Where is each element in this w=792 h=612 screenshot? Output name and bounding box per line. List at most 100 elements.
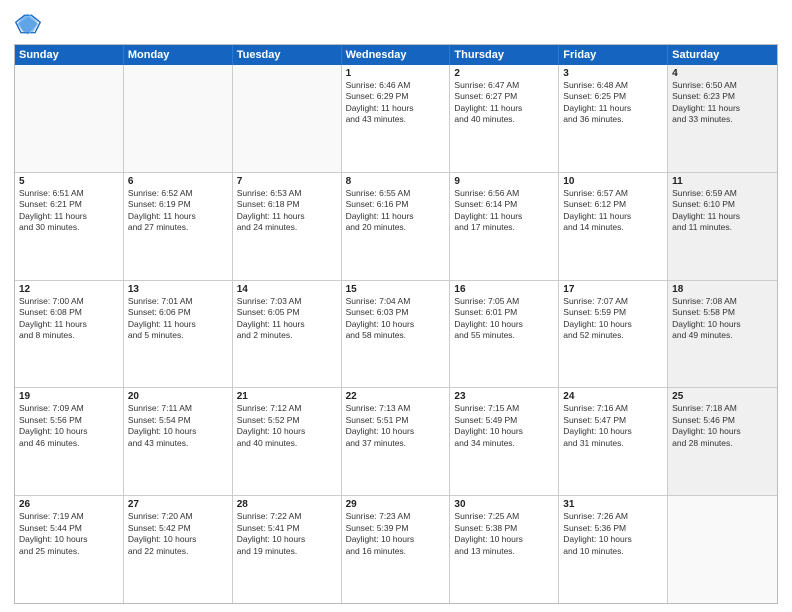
day-info: Sunrise: 7:26 AM Sunset: 5:36 PM Dayligh…: [563, 511, 663, 557]
day-info: Sunrise: 6:59 AM Sunset: 6:10 PM Dayligh…: [672, 188, 773, 234]
day-number: 26: [19, 499, 119, 510]
day-info: Sunrise: 7:22 AM Sunset: 5:41 PM Dayligh…: [237, 511, 337, 557]
day-number: 18: [672, 284, 773, 295]
day-info: Sunrise: 6:56 AM Sunset: 6:14 PM Dayligh…: [454, 188, 554, 234]
day-info: Sunrise: 7:11 AM Sunset: 5:54 PM Dayligh…: [128, 403, 228, 449]
week-row: 12Sunrise: 7:00 AM Sunset: 6:08 PM Dayli…: [15, 280, 777, 388]
day-number: 10: [563, 176, 663, 187]
day-number: 30: [454, 499, 554, 510]
logo: [14, 10, 46, 38]
day-cell: 14Sunrise: 7:03 AM Sunset: 6:05 PM Dayli…: [233, 281, 342, 388]
day-headers: SundayMondayTuesdayWednesdayThursdayFrid…: [15, 45, 777, 65]
day-info: Sunrise: 7:13 AM Sunset: 5:51 PM Dayligh…: [346, 403, 446, 449]
day-header: Sunday: [15, 45, 124, 65]
day-cell: 6Sunrise: 6:52 AM Sunset: 6:19 PM Daylig…: [124, 173, 233, 280]
week-row: 26Sunrise: 7:19 AM Sunset: 5:44 PM Dayli…: [15, 495, 777, 603]
day-info: Sunrise: 7:25 AM Sunset: 5:38 PM Dayligh…: [454, 511, 554, 557]
week-row: 1Sunrise: 6:46 AM Sunset: 6:29 PM Daylig…: [15, 65, 777, 172]
day-number: 9: [454, 176, 554, 187]
day-info: Sunrise: 7:12 AM Sunset: 5:52 PM Dayligh…: [237, 403, 337, 449]
day-number: 29: [346, 499, 446, 510]
day-cell: 21Sunrise: 7:12 AM Sunset: 5:52 PM Dayli…: [233, 388, 342, 495]
day-header: Friday: [559, 45, 668, 65]
day-cell: 15Sunrise: 7:04 AM Sunset: 6:03 PM Dayli…: [342, 281, 451, 388]
day-number: 13: [128, 284, 228, 295]
day-cell: 4Sunrise: 6:50 AM Sunset: 6:23 PM Daylig…: [668, 65, 777, 172]
day-cell: 16Sunrise: 7:05 AM Sunset: 6:01 PM Dayli…: [450, 281, 559, 388]
day-info: Sunrise: 7:08 AM Sunset: 5:58 PM Dayligh…: [672, 296, 773, 342]
day-header: Monday: [124, 45, 233, 65]
day-cell: 27Sunrise: 7:20 AM Sunset: 5:42 PM Dayli…: [124, 496, 233, 603]
day-cell: [15, 65, 124, 172]
day-number: 1: [346, 68, 446, 79]
day-number: 6: [128, 176, 228, 187]
day-info: Sunrise: 7:07 AM Sunset: 5:59 PM Dayligh…: [563, 296, 663, 342]
day-cell: 19Sunrise: 7:09 AM Sunset: 5:56 PM Dayli…: [15, 388, 124, 495]
day-cell: 9Sunrise: 6:56 AM Sunset: 6:14 PM Daylig…: [450, 173, 559, 280]
day-number: 5: [19, 176, 119, 187]
day-info: Sunrise: 7:23 AM Sunset: 5:39 PM Dayligh…: [346, 511, 446, 557]
day-info: Sunrise: 6:52 AM Sunset: 6:19 PM Dayligh…: [128, 188, 228, 234]
week-row: 5Sunrise: 6:51 AM Sunset: 6:21 PM Daylig…: [15, 172, 777, 280]
day-cell: 8Sunrise: 6:55 AM Sunset: 6:16 PM Daylig…: [342, 173, 451, 280]
day-cell: 25Sunrise: 7:18 AM Sunset: 5:46 PM Dayli…: [668, 388, 777, 495]
day-info: Sunrise: 7:03 AM Sunset: 6:05 PM Dayligh…: [237, 296, 337, 342]
day-number: 20: [128, 391, 228, 402]
day-number: 27: [128, 499, 228, 510]
day-info: Sunrise: 7:00 AM Sunset: 6:08 PM Dayligh…: [19, 296, 119, 342]
day-number: 24: [563, 391, 663, 402]
day-info: Sunrise: 7:04 AM Sunset: 6:03 PM Dayligh…: [346, 296, 446, 342]
day-info: Sunrise: 7:16 AM Sunset: 5:47 PM Dayligh…: [563, 403, 663, 449]
day-number: 11: [672, 176, 773, 187]
day-number: 17: [563, 284, 663, 295]
day-number: 4: [672, 68, 773, 79]
day-info: Sunrise: 6:48 AM Sunset: 6:25 PM Dayligh…: [563, 80, 663, 126]
day-number: 23: [454, 391, 554, 402]
day-number: 8: [346, 176, 446, 187]
day-cell: [668, 496, 777, 603]
day-cell: 20Sunrise: 7:11 AM Sunset: 5:54 PM Dayli…: [124, 388, 233, 495]
day-cell: 28Sunrise: 7:22 AM Sunset: 5:41 PM Dayli…: [233, 496, 342, 603]
day-info: Sunrise: 6:55 AM Sunset: 6:16 PM Dayligh…: [346, 188, 446, 234]
day-cell: 1Sunrise: 6:46 AM Sunset: 6:29 PM Daylig…: [342, 65, 451, 172]
page: SundayMondayTuesdayWednesdayThursdayFrid…: [0, 0, 792, 612]
day-number: 21: [237, 391, 337, 402]
day-number: 16: [454, 284, 554, 295]
day-number: 28: [237, 499, 337, 510]
day-number: 14: [237, 284, 337, 295]
day-cell: 10Sunrise: 6:57 AM Sunset: 6:12 PM Dayli…: [559, 173, 668, 280]
day-cell: 12Sunrise: 7:00 AM Sunset: 6:08 PM Dayli…: [15, 281, 124, 388]
day-info: Sunrise: 7:18 AM Sunset: 5:46 PM Dayligh…: [672, 403, 773, 449]
day-cell: 31Sunrise: 7:26 AM Sunset: 5:36 PM Dayli…: [559, 496, 668, 603]
day-cell: 17Sunrise: 7:07 AM Sunset: 5:59 PM Dayli…: [559, 281, 668, 388]
day-info: Sunrise: 7:19 AM Sunset: 5:44 PM Dayligh…: [19, 511, 119, 557]
header: [14, 10, 778, 38]
day-info: Sunrise: 7:09 AM Sunset: 5:56 PM Dayligh…: [19, 403, 119, 449]
logo-icon: [14, 10, 42, 38]
day-cell: 13Sunrise: 7:01 AM Sunset: 6:06 PM Dayli…: [124, 281, 233, 388]
day-header: Tuesday: [233, 45, 342, 65]
day-cell: 22Sunrise: 7:13 AM Sunset: 5:51 PM Dayli…: [342, 388, 451, 495]
day-cell: 26Sunrise: 7:19 AM Sunset: 5:44 PM Dayli…: [15, 496, 124, 603]
day-cell: [124, 65, 233, 172]
day-info: Sunrise: 7:15 AM Sunset: 5:49 PM Dayligh…: [454, 403, 554, 449]
day-info: Sunrise: 6:47 AM Sunset: 6:27 PM Dayligh…: [454, 80, 554, 126]
day-info: Sunrise: 6:53 AM Sunset: 6:18 PM Dayligh…: [237, 188, 337, 234]
day-cell: 2Sunrise: 6:47 AM Sunset: 6:27 PM Daylig…: [450, 65, 559, 172]
day-cell: 7Sunrise: 6:53 AM Sunset: 6:18 PM Daylig…: [233, 173, 342, 280]
day-info: Sunrise: 6:46 AM Sunset: 6:29 PM Dayligh…: [346, 80, 446, 126]
day-cell: [233, 65, 342, 172]
day-info: Sunrise: 6:51 AM Sunset: 6:21 PM Dayligh…: [19, 188, 119, 234]
day-number: 3: [563, 68, 663, 79]
day-number: 31: [563, 499, 663, 510]
day-info: Sunrise: 7:20 AM Sunset: 5:42 PM Dayligh…: [128, 511, 228, 557]
day-cell: 24Sunrise: 7:16 AM Sunset: 5:47 PM Dayli…: [559, 388, 668, 495]
day-number: 2: [454, 68, 554, 79]
day-number: 22: [346, 391, 446, 402]
day-info: Sunrise: 6:57 AM Sunset: 6:12 PM Dayligh…: [563, 188, 663, 234]
day-number: 12: [19, 284, 119, 295]
day-cell: 11Sunrise: 6:59 AM Sunset: 6:10 PM Dayli…: [668, 173, 777, 280]
day-info: Sunrise: 7:01 AM Sunset: 6:06 PM Dayligh…: [128, 296, 228, 342]
day-info: Sunrise: 7:05 AM Sunset: 6:01 PM Dayligh…: [454, 296, 554, 342]
day-cell: 5Sunrise: 6:51 AM Sunset: 6:21 PM Daylig…: [15, 173, 124, 280]
